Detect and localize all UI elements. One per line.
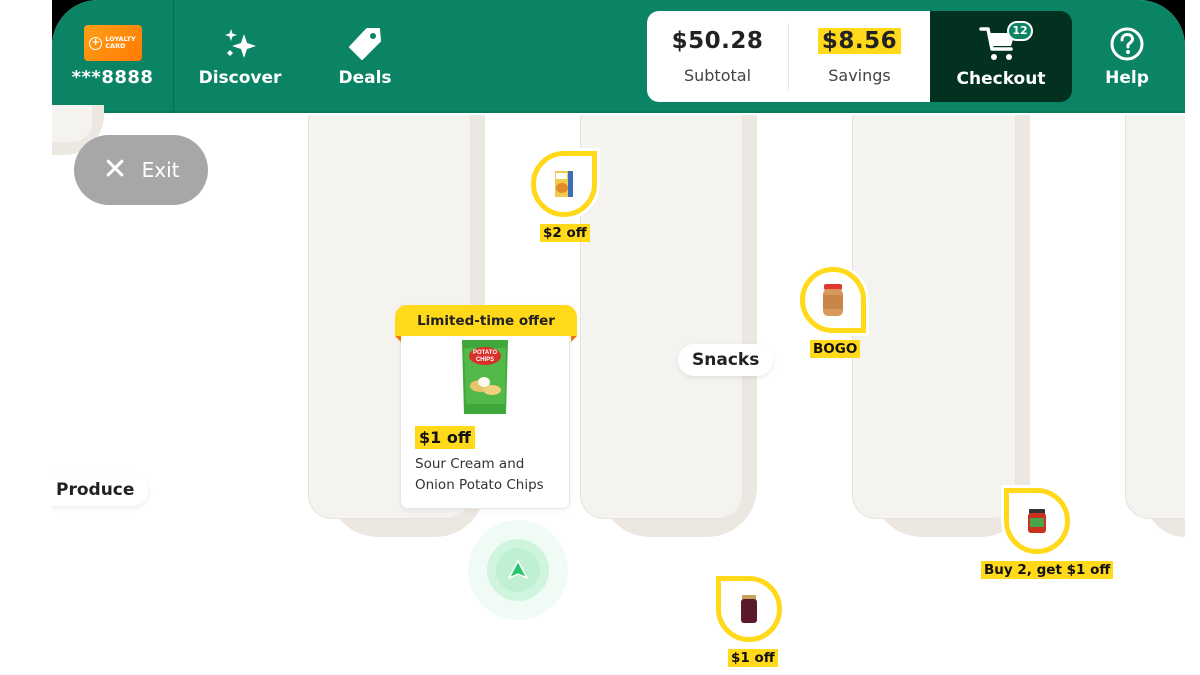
potato-chips-bag-image: POTATO CHIPS (462, 340, 508, 414)
sparkles-icon (225, 28, 256, 58)
loyalty-number: ***8888 (71, 67, 154, 88)
deals-label: Deals (338, 67, 392, 88)
navigation-arrow-icon (508, 560, 528, 579)
app-screen: + LOYALTY CARD ***8888 Discover Deals $50… (52, 0, 1185, 675)
loyalty-card-button[interactable]: + LOYALTY CARD ***8888 (52, 0, 174, 113)
featured-offer-card[interactable]: Limited-time offer POTATO CHIPS $1 off S… (395, 305, 577, 509)
subtotal-value: $50.28 (671, 28, 764, 54)
bag-text: POTATO (473, 350, 497, 356)
deal-tag: Buy 2, get $1 off (981, 561, 1114, 579)
close-icon: ✕ (102, 152, 128, 187)
cereal-box-icon (555, 171, 573, 197)
checkout-label: Checkout (956, 68, 1046, 89)
cart-count-badge: 12 (1007, 20, 1033, 41)
store-map[interactable]: ✕ Exit Produce Snacks $2 off BOGO Buy 2,… (52, 105, 1185, 675)
deal-tag: BOGO (810, 340, 861, 358)
checkout-button[interactable]: 12 Checkout (930, 11, 1072, 102)
deal-pin-jam[interactable] (716, 576, 782, 642)
subtotal-label: Subtotal (683, 66, 752, 85)
exit-button[interactable]: ✕ Exit (74, 135, 208, 205)
jam-jar-icon (741, 595, 757, 623)
peanut-butter-jar-icon (823, 284, 843, 316)
deal-tag: $1 off (728, 649, 778, 667)
current-location-marker (468, 520, 568, 620)
savings-label: Savings (828, 66, 891, 85)
discover-button[interactable]: Discover (190, 0, 290, 113)
help-label: Help (1105, 67, 1149, 88)
savings: $8.56 Savings (788, 23, 930, 90)
help-circle-icon (1110, 27, 1144, 60)
top-nav-bar: + LOYALTY CARD ***8888 Discover Deals $50… (52, 0, 1185, 113)
salsa-jar-icon (1028, 509, 1046, 533)
aisle-label-produce[interactable]: Produce (52, 474, 149, 506)
discover-label: Discover (198, 67, 282, 88)
tag-icon (349, 27, 381, 60)
deal-pin-peanut-butter[interactable] (800, 267, 866, 333)
loyalty-card-icon: + LOYALTY CARD (83, 25, 142, 61)
shelf (580, 115, 743, 519)
offer-discount: $1 off (415, 426, 475, 449)
offer-banner: Limited-time offer (395, 305, 577, 342)
deal-pin-salsa[interactable] (1004, 488, 1070, 554)
shelf (852, 115, 1016, 519)
cart-totals: $50.28 Subtotal $8.56 Savings (647, 11, 930, 102)
help-button[interactable]: Help (1087, 0, 1167, 113)
offer-product-name: Sour Cream and Onion Potato Chips (415, 456, 544, 493)
shelf (1125, 115, 1185, 519)
subtotal: $50.28 Subtotal (647, 11, 788, 102)
aisle-label-snacks[interactable]: Snacks (678, 344, 774, 376)
savings-value: $8.56 (817, 28, 902, 54)
loyalty-card-text-2: CARD (105, 42, 126, 50)
deals-button[interactable]: Deals (317, 0, 413, 113)
bag-text: CHIPS (476, 357, 494, 363)
deal-tag: $2 off (540, 224, 590, 242)
deal-pin-cereal[interactable] (531, 151, 597, 217)
exit-label: Exit (141, 158, 180, 182)
